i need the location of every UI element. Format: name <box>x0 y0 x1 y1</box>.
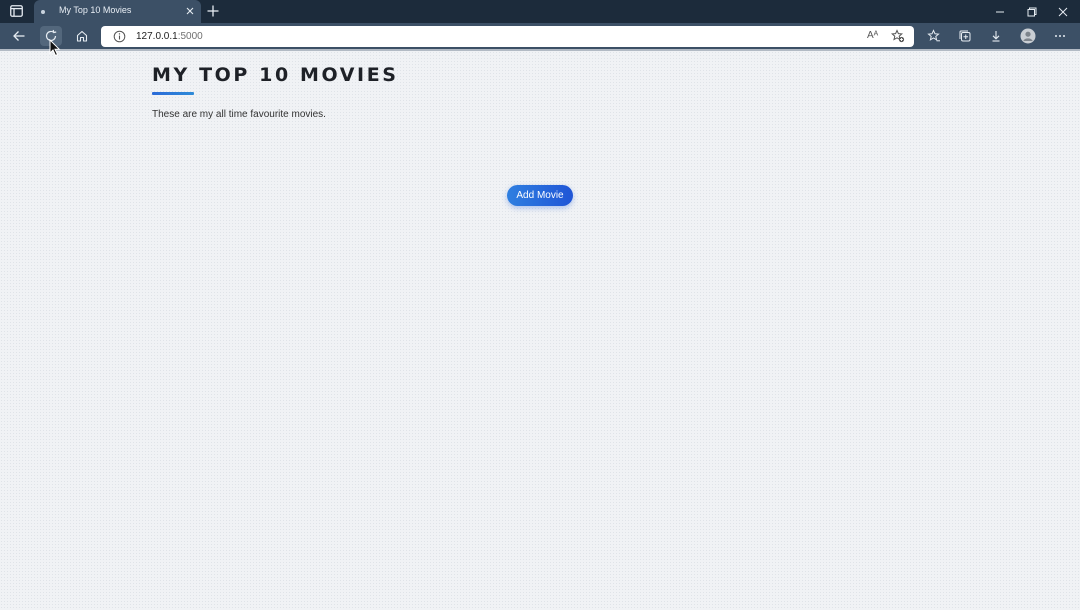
home-button[interactable] <box>71 26 93 46</box>
close-window-button[interactable] <box>1046 0 1080 23</box>
page-subtitle: These are my all time favourite movies. <box>152 109 326 120</box>
site-info-icon[interactable] <box>113 30 126 43</box>
home-icon <box>76 30 88 42</box>
restore-button[interactable] <box>1015 0 1049 23</box>
collections-button[interactable] <box>954 26 976 46</box>
title-bar: My Top 10 Movies <box>0 0 1080 23</box>
url-port: :5000 <box>177 31 203 42</box>
downloads-button[interactable] <box>985 26 1007 46</box>
url-host: 127.0.0.1 <box>136 31 178 42</box>
new-tab-icon[interactable] <box>206 4 220 18</box>
download-icon <box>992 31 1000 42</box>
profile-avatar-icon <box>1020 28 1036 44</box>
mouse-cursor-icon <box>49 39 61 57</box>
profile-button[interactable] <box>1017 26 1039 46</box>
page-title: MY TOP 10 MOVIES <box>152 64 399 86</box>
read-aloud-icon[interactable]: Aᴬ <box>867 30 878 41</box>
url-text[interactable]: 127.0.0.1:5000 <box>136 31 203 42</box>
tab-my-top-10-movies[interactable]: My Top 10 Movies <box>34 0 201 23</box>
more-options-icon <box>1055 35 1065 37</box>
settings-more-button[interactable] <box>1049 26 1071 46</box>
page-content: MY TOP 10 MOVIES These are my all time f… <box>0 51 1080 610</box>
tab-close-icon[interactable] <box>184 5 196 17</box>
add-movie-button[interactable]: Add Movie <box>507 185 573 206</box>
address-bar[interactable]: 127.0.0.1:5000 Aᴬ <box>101 26 914 47</box>
minimize-button[interactable] <box>983 0 1017 23</box>
favorites-button[interactable] <box>923 26 945 46</box>
collections-icon <box>959 30 971 42</box>
restore-icon <box>1027 7 1037 16</box>
minimize-icon <box>996 11 1004 12</box>
back-arrow-icon <box>13 31 25 41</box>
title-underline <box>152 92 194 95</box>
favorites-icon <box>927 29 940 42</box>
tab-title: My Top 10 Movies <box>59 5 132 15</box>
page-favicon-icon <box>41 10 45 14</box>
add-favorite-icon[interactable] <box>891 29 905 43</box>
browser-toolbar: 127.0.0.1:5000 Aᴬ <box>0 23 1080 49</box>
back-button[interactable] <box>8 26 30 46</box>
tab-actions-icon[interactable] <box>10 5 23 17</box>
close-icon <box>1058 7 1068 16</box>
